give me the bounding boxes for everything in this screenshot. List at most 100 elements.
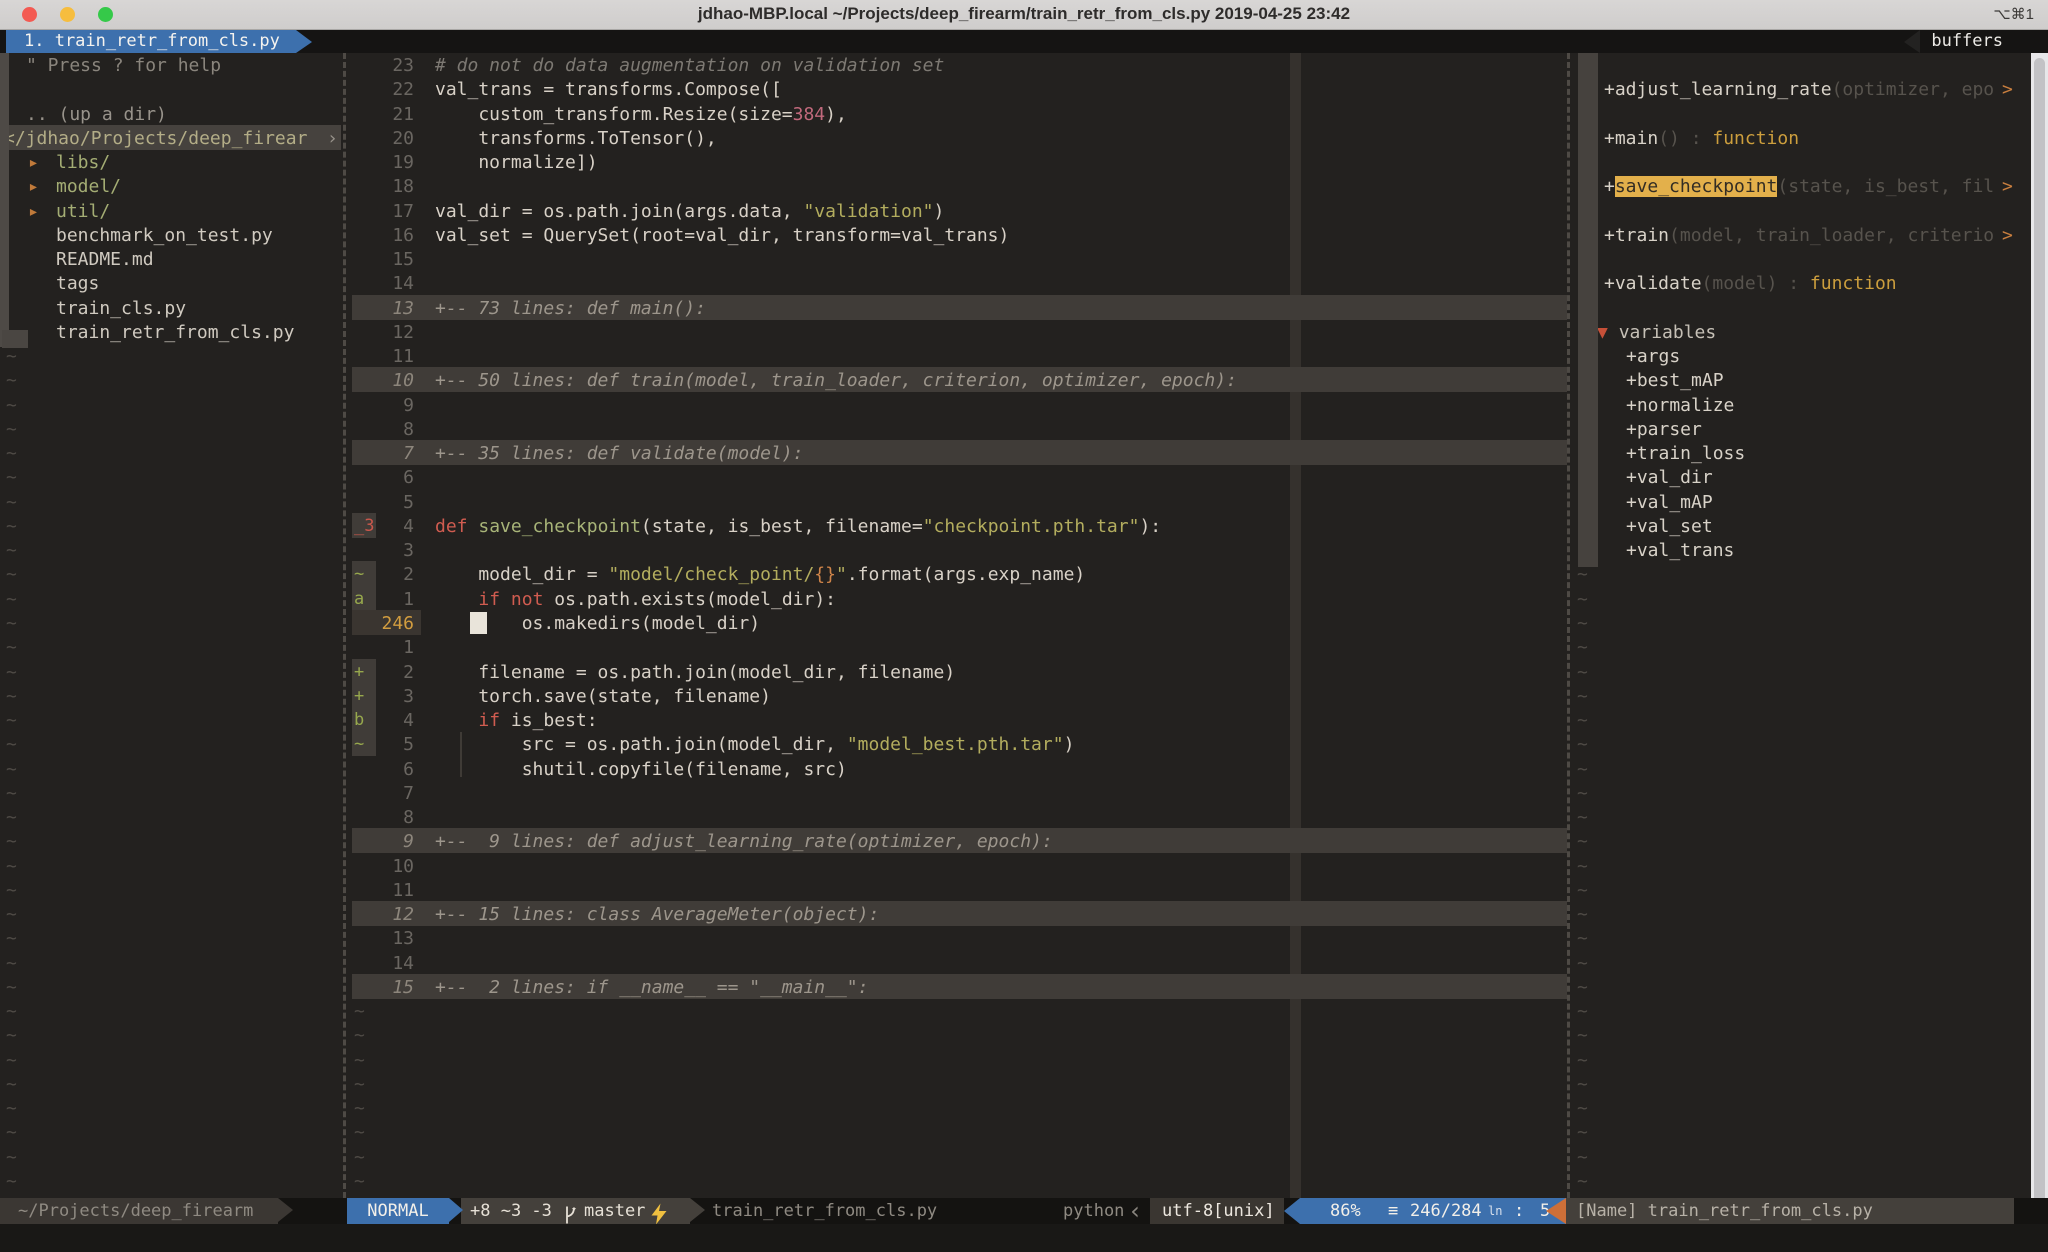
color-column xyxy=(1290,53,1301,1198)
nerdtree-file-item[interactable]: train_retr_from_cls.py xyxy=(56,320,294,345)
text-cursor xyxy=(470,612,487,634)
line-number: 1 xyxy=(354,635,414,660)
powerline-arrow-icon xyxy=(449,1198,463,1222)
git-hunks: +8 ~3 -3 xyxy=(470,1198,552,1224)
code-line[interactable]: if is_best: xyxy=(435,708,598,733)
nerdtree-dir-item[interactable]: util/ xyxy=(56,199,110,224)
tagbar-tag-item[interactable]: +val_set xyxy=(1626,514,1713,539)
empty-line-tilde: ~ xyxy=(6,587,17,612)
code-line[interactable]: custom_transform.Resize(size=384), xyxy=(435,102,847,127)
tagbar-kind-header[interactable]: ▼ variables xyxy=(1597,320,1716,345)
tagbar-tag-item[interactable]: +val_trans xyxy=(1626,538,1734,563)
nerdtree-file-item[interactable]: tags xyxy=(56,271,99,296)
nerdtree-file-item[interactable]: train_cls.py xyxy=(56,296,186,321)
code-token: "checkpoint.pth.tar" xyxy=(923,516,1140,537)
code-line[interactable]: if not os.path.exists(model_dir): xyxy=(435,587,836,612)
tagbar-tag-item[interactable]: +normalize xyxy=(1626,393,1734,418)
fold-line-text[interactable]: +-- 9 lines: def adjust_learning_rate(op… xyxy=(435,829,1053,854)
nerdtree-scrollbar[interactable] xyxy=(0,53,9,347)
nerdtree-file-item[interactable]: benchmark_on_test.py xyxy=(56,223,273,248)
nerdtree-dir-item[interactable]: libs/ xyxy=(56,150,110,175)
tagbar-tag-item[interactable]: +adjust_learning_rate(optimizer, epo xyxy=(1604,77,1994,102)
code-token: save_checkpoint xyxy=(478,516,641,537)
fold-line-text[interactable]: +-- 73 lines: def main(): xyxy=(435,296,706,321)
empty-line-tilde: ~ xyxy=(6,708,17,733)
code-token: : xyxy=(1777,273,1810,294)
tagbar-scrollbar[interactable] xyxy=(1578,53,1598,567)
code-token: normalize]) xyxy=(435,152,598,173)
code-line[interactable]: def save_checkpoint(state, is_best, file… xyxy=(435,514,1161,539)
nerdtree-updir[interactable]: .. (up a dir) xyxy=(26,102,167,127)
code-token: "validation" xyxy=(803,201,933,222)
buffers-label[interactable]: buffers xyxy=(1931,30,2003,53)
nerdtree-dir-item[interactable]: model/ xyxy=(56,174,121,199)
code-line[interactable]: val_set = QuerySet(root=val_dir, transfo… xyxy=(435,223,1009,248)
window-separator-left[interactable] xyxy=(343,53,346,1198)
command-line[interactable] xyxy=(0,1224,2048,1252)
folder-arrow-icon[interactable]: ▸ xyxy=(28,150,39,175)
tagbar-tag-item[interactable]: +validate(model) : function xyxy=(1604,271,1897,296)
empty-line-tilde: ~ xyxy=(6,999,17,1024)
empty-line-tilde: ~ xyxy=(1577,1120,1588,1145)
line-number: 8 xyxy=(354,417,414,442)
empty-line-tilde: ~ xyxy=(1577,975,1588,1000)
nerdtree-root[interactable]: </jdhao/Projects/deep_firear xyxy=(4,126,307,151)
powerline-arrow-icon xyxy=(1284,1198,1300,1224)
window-separator-right[interactable] xyxy=(1567,53,1570,1198)
code-token: os.path.exists(model_dir): xyxy=(543,589,836,610)
code-token: (state, is_best, filename= xyxy=(641,516,923,537)
line-number: 4 xyxy=(354,514,414,539)
scrollbar-thumb[interactable] xyxy=(2034,58,2045,1240)
code-line[interactable]: src = os.path.join(model_dir, "model_bes… xyxy=(435,732,1074,757)
tagbar-tag-item[interactable]: +best_mAP xyxy=(1626,368,1724,393)
code-line[interactable]: normalize]) xyxy=(435,150,598,175)
empty-line-tilde: ~ xyxy=(1577,805,1588,830)
empty-line-tilde: ~ xyxy=(6,1023,17,1048)
fold-line-text[interactable]: +-- 35 lines: def validate(model): xyxy=(435,441,803,466)
empty-line-tilde: ~ xyxy=(6,684,17,709)
empty-line-tilde: ~ xyxy=(6,1169,17,1194)
fold-line-text[interactable]: +-- 50 lines: def train(model, train_loa… xyxy=(435,368,1237,393)
empty-line-tilde: ~ xyxy=(1577,951,1588,976)
empty-line-tilde: ~ xyxy=(1577,1023,1588,1048)
code-line[interactable]: val_dir = os.path.join(args.data, "valid… xyxy=(435,199,944,224)
line-number: 7 xyxy=(354,781,414,806)
code-token: " xyxy=(836,564,847,585)
nerdtree-status-path: ~/Projects/deep_firearm xyxy=(0,1198,278,1224)
code-token: 384 xyxy=(793,104,826,125)
code-token: "model/check_point/ xyxy=(608,564,814,585)
folder-arrow-icon[interactable]: ▸ xyxy=(28,174,39,199)
code-line[interactable]: transforms.ToTensor(), xyxy=(435,126,717,151)
tab-train-retr-from-cls[interactable]: 1. train_retr_from_cls.py xyxy=(6,30,296,53)
empty-line-tilde: ~ xyxy=(6,465,17,490)
fold-line-text[interactable]: +-- 15 lines: class AverageMeter(object)… xyxy=(435,902,879,927)
code-line[interactable]: shutil.copyfile(filename, src) xyxy=(435,757,847,782)
tagbar-tag-item[interactable]: +main() : function xyxy=(1604,126,1799,151)
tagbar-tag-item[interactable]: +save_checkpoint(state, is_best, fil xyxy=(1604,174,1994,199)
code-line[interactable]: filename = os.path.join(model_dir, filen… xyxy=(435,660,955,685)
empty-line-tilde: ~ xyxy=(6,441,17,466)
tagbar-tag-item[interactable]: +args xyxy=(1626,344,1680,369)
line-number: 10 xyxy=(354,368,414,393)
line-number: 14 xyxy=(354,951,414,976)
nerdtree-help: " Press ? for help xyxy=(26,53,221,78)
tagbar-tag-item[interactable]: +parser xyxy=(1626,417,1702,442)
code-line[interactable]: model_dir = "model/check_point/{}".forma… xyxy=(435,562,1085,587)
code-token: transforms.ToTensor(), xyxy=(435,128,717,149)
empty-line-tilde: ~ xyxy=(6,805,17,830)
code-token: model_dir = xyxy=(435,564,608,585)
code-line[interactable]: torch.save(state, filename) xyxy=(435,684,771,709)
folder-arrow-icon[interactable]: ▸ xyxy=(28,199,39,224)
nerdtree-file-item[interactable]: README.md xyxy=(56,247,154,272)
status-filename: train_retr_from_cls.py xyxy=(712,1198,937,1224)
titlebar[interactable]: jdhao-MBP.local ~/Projects/deep_firearm/… xyxy=(0,0,2048,30)
fold-line-text[interactable]: +-- 2 lines: if __name__ == "__main__": xyxy=(435,975,868,1000)
tagbar-tag-item[interactable]: +train_loss xyxy=(1626,441,1745,466)
code-line[interactable]: # do not do data augmentation on validat… xyxy=(435,53,944,78)
tagbar-tag-item[interactable]: +val_mAP xyxy=(1626,490,1713,515)
tagbar-tag-item[interactable]: +train(model, train_loader, criterio xyxy=(1604,223,1994,248)
line-number: 23 xyxy=(354,53,414,78)
tagbar-tag-item[interactable]: +val_dir xyxy=(1626,465,1713,490)
code-line[interactable]: val_trans = transforms.Compose([ xyxy=(435,77,782,102)
code-token: custom_transform.Resize(size= xyxy=(435,104,793,125)
